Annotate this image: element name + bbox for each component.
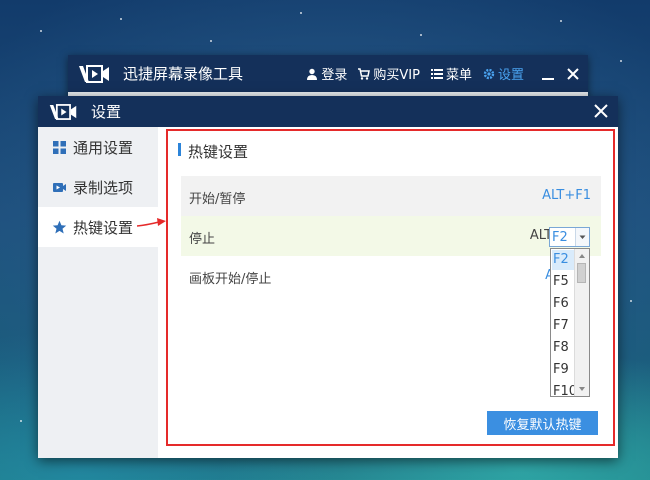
hotkey-label: 停止 xyxy=(189,232,216,247)
app-logo-icon xyxy=(79,64,109,83)
scroll-down-icon[interactable] xyxy=(576,383,588,395)
dropdown-option[interactable]: F5 xyxy=(552,272,575,292)
scroll-thumb[interactable] xyxy=(577,263,586,283)
dialog-title-bar: 设置 xyxy=(38,96,618,127)
close-icon[interactable] xyxy=(566,67,580,81)
menu-list-icon xyxy=(430,68,443,79)
settings-sidebar: 通用设置 录制选项 热键设置 xyxy=(38,127,158,458)
minimize-icon[interactable] xyxy=(541,67,555,81)
chevron-down-icon xyxy=(579,235,586,239)
title-accent-bar xyxy=(178,143,181,156)
sidebar-item-general[interactable]: 通用设置 xyxy=(38,127,158,167)
sidebar-item-label: 录制选项 xyxy=(73,178,134,197)
menu-button[interactable]: 菜单 xyxy=(430,64,472,83)
dropdown-scrollbar[interactable] xyxy=(574,249,589,396)
gear-icon xyxy=(483,68,495,79)
menu-label: 菜单 xyxy=(445,68,472,83)
dropdown-button[interactable] xyxy=(575,228,589,246)
hotkey-label: 开始/暂停 xyxy=(189,192,246,207)
main-title-bar: 迅捷屏幕录像工具 登录 购买VIP 菜单 设置 xyxy=(68,55,588,92)
hotkey-label: 画板开始/停止 xyxy=(189,272,272,287)
dialog-title: 设置 xyxy=(91,103,122,121)
hotkey-row-start-pause: 开始/暂停 ALT+F1 xyxy=(181,176,601,216)
user-icon xyxy=(307,68,318,80)
dropdown-option[interactable]: F6 xyxy=(552,294,575,314)
settings-dialog: 设置 通用设置 录制选项 热键设置 热键设置 开始/暂停 ALT+F1 停止 A… xyxy=(38,96,618,458)
hotkey-dropdown-list: F2 F5 F6 F7 F8 F9 F10 xyxy=(550,248,590,397)
panel-title: 热键设置 xyxy=(188,143,249,161)
dropdown-option[interactable]: F2 xyxy=(552,250,575,270)
star-icon xyxy=(52,220,67,233)
buy-vip-button[interactable]: 购买VIP xyxy=(358,64,420,83)
buy-vip-label: 购买VIP xyxy=(373,68,420,83)
main-window: 迅捷屏幕录像工具 登录 购买VIP 菜单 设置 xyxy=(68,55,588,98)
main-menu: 登录 购买VIP 菜单 设置 xyxy=(306,55,580,92)
dropdown-option[interactable]: F9 xyxy=(552,360,575,380)
hotkey-row-stop: 停止 ALT+ xyxy=(181,216,601,256)
hotkey-value[interactable]: ALT+F1 xyxy=(542,188,591,203)
hotkey-panel: 热键设置 开始/暂停 ALT+F1 停止 ALT+ 画板开始/停止 A xyxy=(166,129,615,446)
settings-label: 设置 xyxy=(497,68,524,83)
restore-default-hotkeys-button[interactable]: 恢复默认热键 xyxy=(487,411,598,435)
hotkey-select-value: F2 xyxy=(552,230,568,245)
cart-icon xyxy=(358,67,371,80)
login-button[interactable]: 登录 xyxy=(306,64,347,83)
app-title: 迅捷屏幕录像工具 xyxy=(123,65,244,83)
dropdown-option[interactable]: F7 xyxy=(552,316,575,336)
hotkey-select[interactable]: F2 xyxy=(549,227,590,247)
dropdown-option[interactable]: F10 xyxy=(552,382,577,396)
hotkey-row-board: 画板开始/停止 A xyxy=(181,256,601,296)
scroll-up-icon[interactable] xyxy=(576,250,588,262)
video-camera-icon xyxy=(53,182,66,192)
dropdown-option[interactable]: F8 xyxy=(552,338,575,358)
app-logo-icon xyxy=(49,103,77,120)
sidebar-item-label: 通用设置 xyxy=(73,138,134,157)
sidebar-item-label: 热键设置 xyxy=(73,218,134,237)
sidebar-item-recording[interactable]: 录制选项 xyxy=(38,167,158,207)
close-icon[interactable] xyxy=(590,100,612,122)
settings-button[interactable]: 设置 xyxy=(483,64,524,83)
grid-icon xyxy=(53,140,66,154)
login-label: 登录 xyxy=(321,68,348,83)
red-arrow-annotation xyxy=(137,218,166,227)
